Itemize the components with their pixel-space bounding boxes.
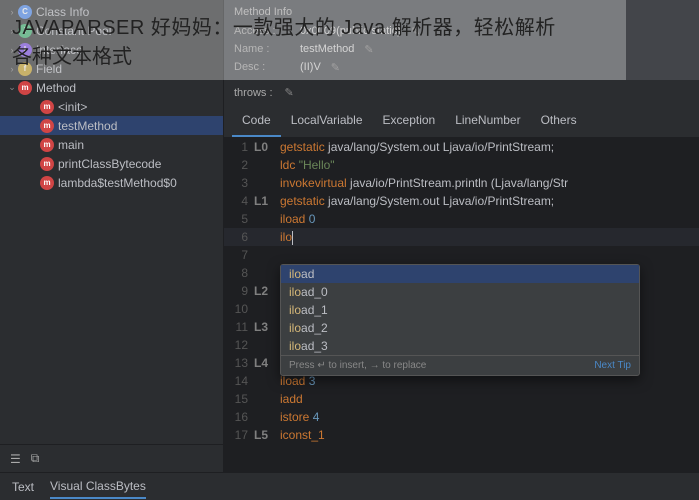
code-content: ilo — [280, 228, 699, 246]
code-line[interactable]: 17L5iconst_1 — [224, 426, 699, 444]
testmethod-icon: m — [40, 119, 54, 133]
bytecode-editor[interactable]: 1L0getstatic java/lang/System.out Ljava/… — [224, 138, 699, 472]
line-number: 4 — [224, 192, 254, 210]
tree-item-label: main — [58, 138, 84, 152]
tree-item-init[interactable]: m <init> — [0, 97, 223, 116]
view-tab-text[interactable]: Text — [12, 476, 34, 498]
line-number: 13 — [224, 354, 254, 372]
autocomplete-footer: Press ↵ to insert, → to replace Next Tip — [281, 355, 639, 375]
bytecode-label: L2 — [254, 282, 280, 300]
banner-line-1: JAVAPARSER 好妈妈：一款强大的 Java 解析器，轻松解析 — [12, 11, 614, 40]
autocomplete-item[interactable]: iload_2 — [281, 319, 639, 337]
line-number: 7 — [224, 246, 254, 264]
printclassbytecode-icon: m — [40, 157, 54, 171]
line-number: 5 — [224, 210, 254, 228]
line-number: 6 — [224, 228, 254, 246]
code-content: iload 0 — [280, 210, 699, 228]
chevron-icon[interactable]: ⌄ — [6, 82, 18, 93]
autocomplete-item[interactable]: iload_0 — [281, 283, 639, 301]
bytecode-label: L5 — [254, 426, 280, 444]
autocomplete-item[interactable]: iload_3 — [281, 337, 639, 355]
tree-item-testmethod[interactable]: m testMethod — [0, 116, 223, 135]
line-number: 8 — [224, 264, 254, 282]
code-tab-others[interactable]: Others — [531, 105, 587, 137]
autocomplete-popup[interactable]: iloadiload_0iload_1iload_2iload_3Press ↵… — [280, 264, 640, 376]
code-content: iconst_1 — [280, 426, 699, 444]
left-panel-footer: ☰ ⧉ — [0, 444, 223, 472]
tree-item-main[interactable]: mmain — [0, 135, 223, 154]
code-line[interactable]: 6 ilo — [224, 228, 699, 246]
throws-label: throws : — [234, 87, 273, 99]
code-content: iadd — [280, 390, 699, 408]
tree-item-label: lambda$testMethod$0 — [58, 176, 177, 190]
code-line[interactable]: 4L1getstatic java/lang/System.out Ljava/… — [224, 192, 699, 210]
search-icon[interactable]: ⧉ — [31, 451, 40, 466]
bytecode-label: L0 — [254, 138, 280, 156]
code-tab-localvariable[interactable]: LocalVariable — [281, 105, 373, 137]
tree-item-printclassbytecode[interactable]: m printClassBytecode — [0, 154, 223, 173]
bytecode-label: L1 — [254, 192, 280, 210]
line-number: 15 — [224, 390, 254, 408]
code-tab-code[interactable]: Code — [232, 105, 281, 137]
line-number: 17 — [224, 426, 254, 444]
<init>-icon: m — [40, 100, 54, 114]
method-icon: m — [18, 81, 32, 95]
bytecode-label: L4 — [254, 354, 280, 372]
tree-item-method[interactable]: ⌄m Method — [0, 78, 223, 97]
tree-item-label: Method — [36, 81, 76, 95]
autocomplete-item[interactable]: iload_1 — [281, 301, 639, 319]
code-line[interactable]: 5 iload 0 — [224, 210, 699, 228]
line-number: 2 — [224, 156, 254, 174]
code-content: getstatic java/lang/System.out Ljava/io/… — [280, 192, 699, 210]
code-line[interactable]: 1L0getstatic java/lang/System.out Ljava/… — [224, 138, 699, 156]
edit-icon[interactable]: ✎ — [285, 86, 294, 99]
view-tab-visual-classbytes[interactable]: Visual ClassBytes — [50, 475, 146, 499]
autocomplete-item[interactable]: iload — [281, 265, 639, 283]
main-icon: m — [40, 138, 54, 152]
tree-item-lambdatestmethod0[interactable]: m lambda$testMethod$0 — [0, 173, 223, 192]
code-line[interactable]: 2 ldc "Hello" — [224, 156, 699, 174]
tree-item-label: testMethod — [58, 119, 117, 133]
line-number: 11 — [224, 318, 254, 336]
next-tip-link[interactable]: Next Tip — [594, 360, 631, 371]
line-number: 12 — [224, 336, 254, 354]
view-tabs: Text Visual ClassBytes — [0, 472, 699, 500]
line-number: 9 — [224, 282, 254, 300]
code-line[interactable]: 16 istore 4 — [224, 408, 699, 426]
code-tabs: CodeLocalVariableExceptionLineNumberOthe… — [224, 105, 699, 138]
text-caret — [292, 231, 293, 245]
code-content: getstatic java/lang/System.out Ljava/io/… — [280, 138, 699, 156]
line-number: 10 — [224, 300, 254, 318]
autocomplete-hint: Press ↵ to insert, → to replace — [289, 360, 426, 371]
tree-item-label: <init> — [58, 100, 87, 114]
code-content: invokevirtual java/io/PrintStream.printl… — [280, 174, 699, 192]
line-number: 3 — [224, 174, 254, 192]
code-line[interactable]: 7 — [224, 246, 699, 264]
save-icon[interactable]: ☰ — [10, 452, 21, 466]
line-number: 16 — [224, 408, 254, 426]
code-tab-exception[interactable]: Exception — [373, 105, 446, 137]
line-number: 1 — [224, 138, 254, 156]
bytecode-label: L3 — [254, 318, 280, 336]
code-content: ldc "Hello" — [280, 156, 699, 174]
throws-row: throws : ✎ — [224, 80, 699, 105]
line-number: 14 — [224, 372, 254, 390]
tree-item-label: printClassBytecode — [58, 157, 161, 171]
watermark-banner: JAVAPARSER 好妈妈：一款强大的 Java 解析器，轻松解析 各种文本格… — [0, 0, 626, 80]
code-content: istore 4 — [280, 408, 699, 426]
banner-line-2: 各种文本格式 — [12, 40, 614, 69]
code-tab-linenumber[interactable]: LineNumber — [445, 105, 530, 137]
lambda$testmethod$0-icon: m — [40, 176, 54, 190]
code-line[interactable]: 3 invokevirtual java/io/PrintStream.print… — [224, 174, 699, 192]
code-line[interactable]: 15 iadd — [224, 390, 699, 408]
